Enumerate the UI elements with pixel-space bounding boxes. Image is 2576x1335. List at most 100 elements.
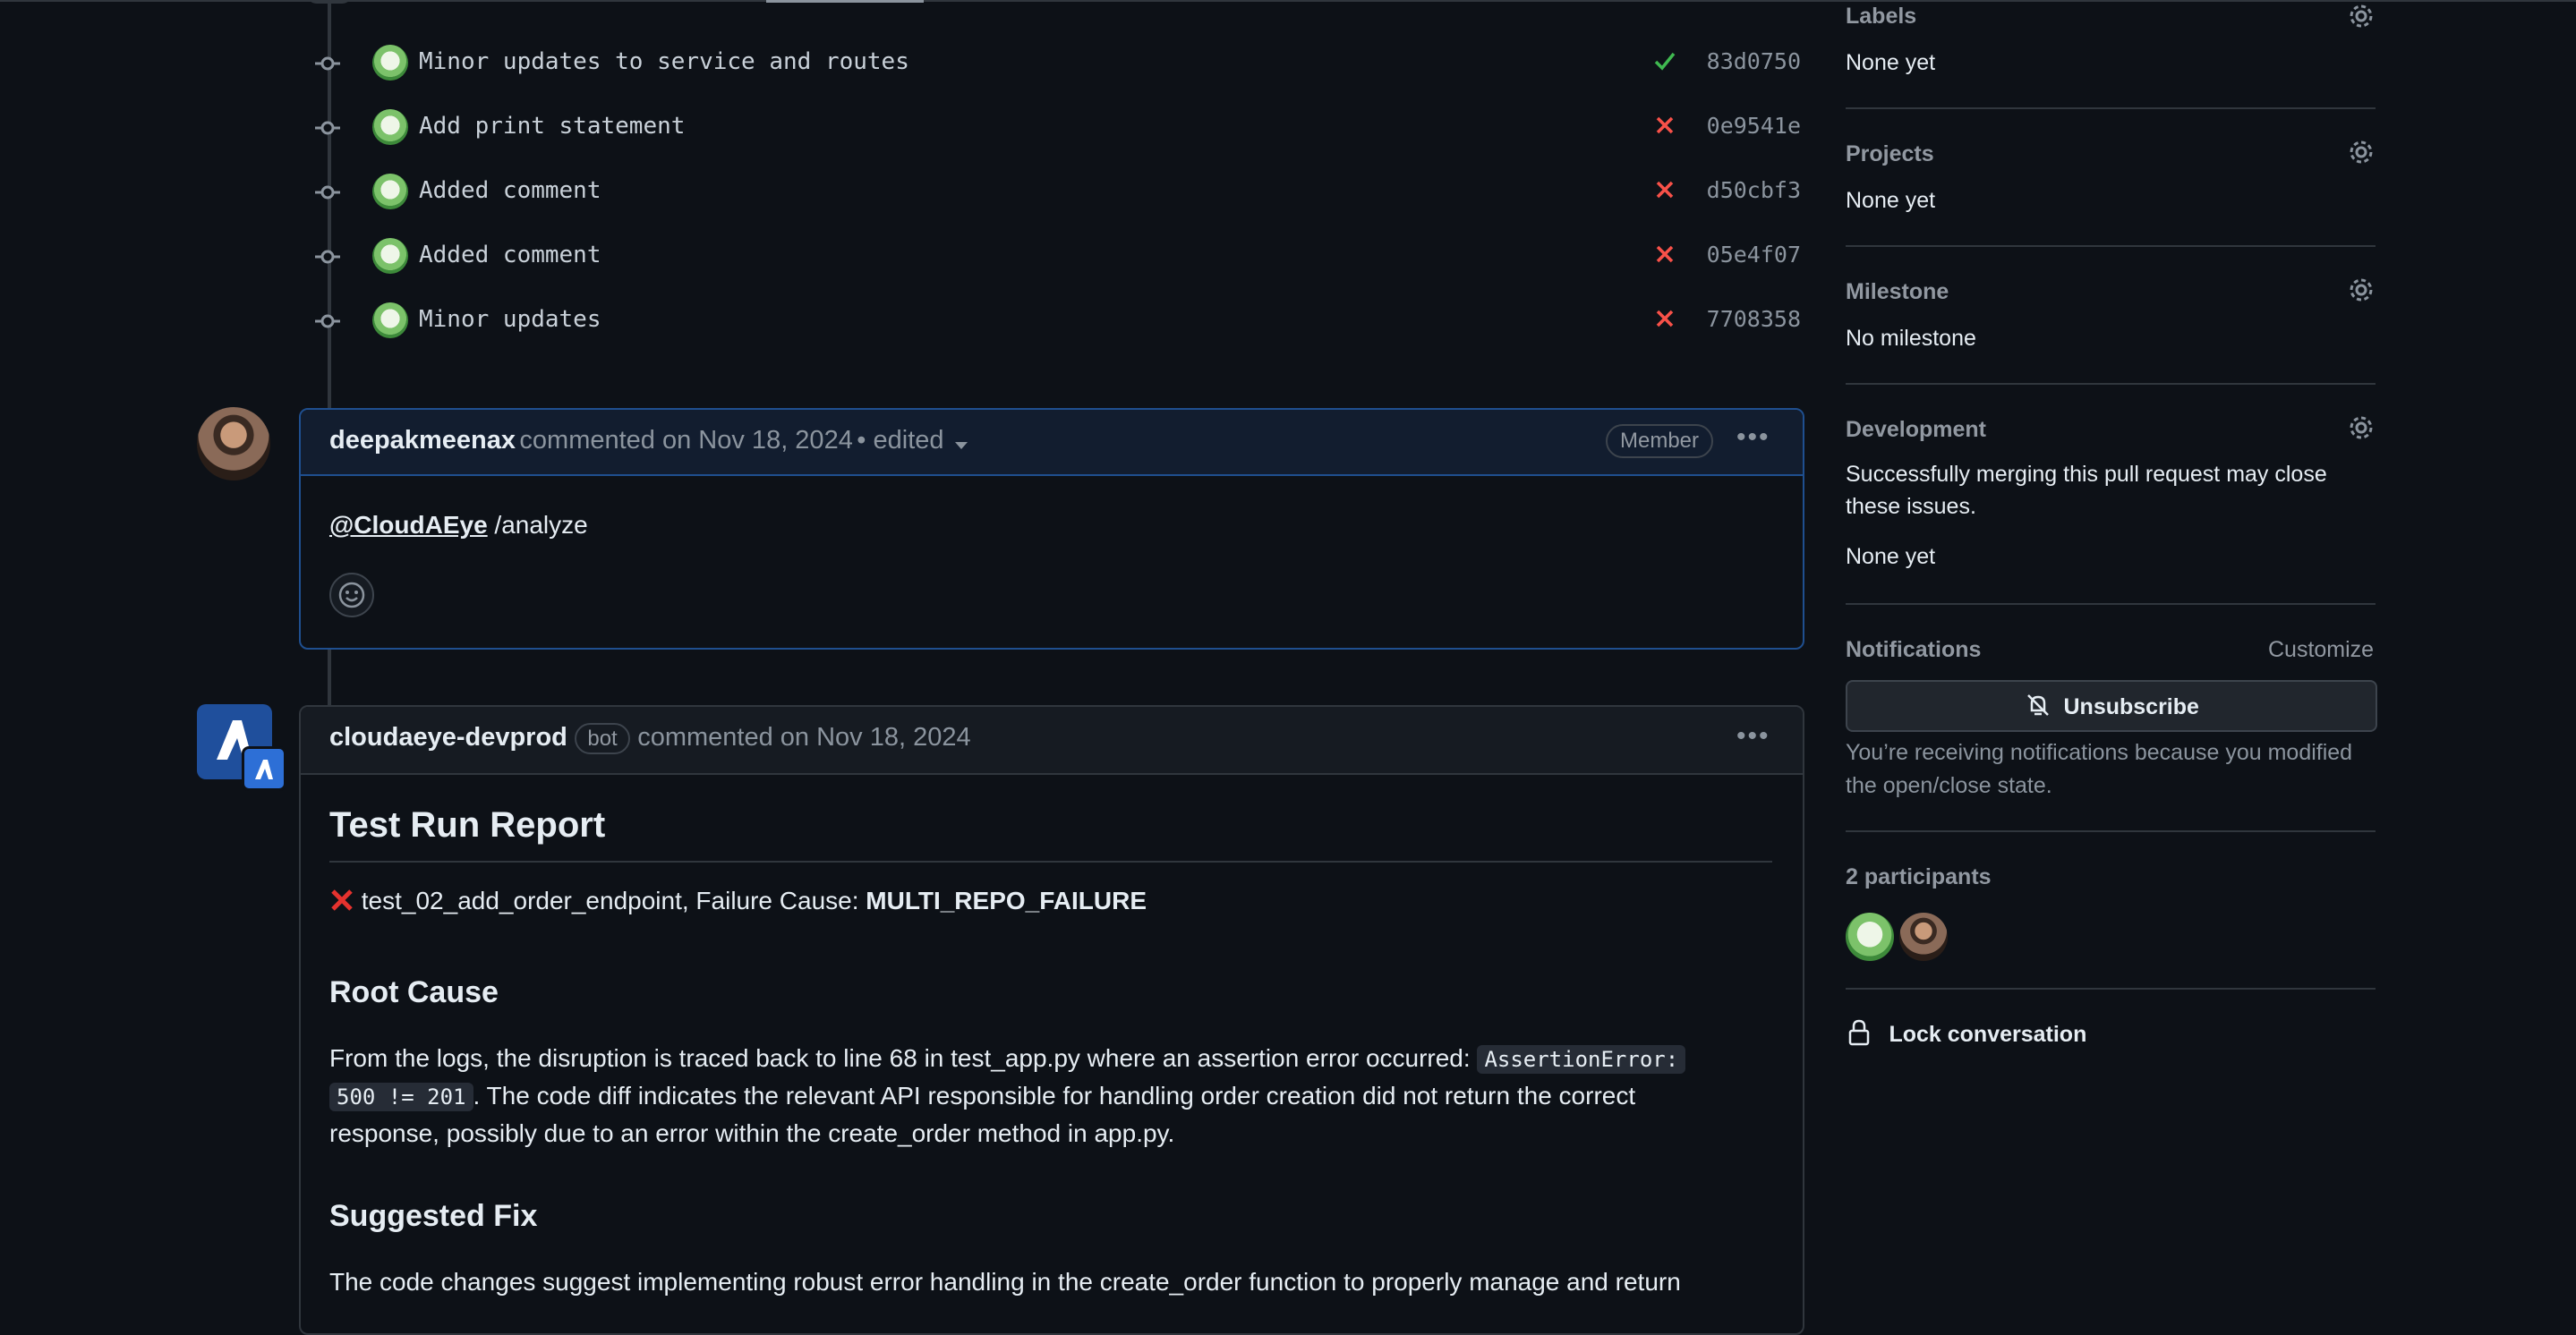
gear-icon[interactable] — [2345, 274, 2377, 306]
development-title[interactable]: Development — [1846, 417, 1986, 443]
lock-icon — [1848, 1019, 1870, 1046]
bot-badge: bot — [575, 723, 630, 754]
comment-timestamp[interactable]: commented on Nov 18, 2024 — [519, 426, 852, 455]
sidebar-divider — [1846, 830, 2376, 832]
lock-conversation-button[interactable]: Lock conversation — [1846, 1018, 2086, 1048]
sidebar-divider — [1846, 603, 2376, 605]
x-icon[interactable] — [1652, 113, 1677, 138]
comment-box: cloudaeye-devprod bot commented on Nov 1… — [299, 705, 1804, 1335]
sidebar-divider — [1846, 245, 2376, 247]
development-value: None yet — [1846, 544, 1936, 569]
suggested-fix-text: The code changes suggest implementing ro… — [329, 1268, 1681, 1296]
commit-author-avatar[interactable] — [372, 109, 408, 145]
commit-row: Added comment 05e4f07 — [304, 229, 1808, 283]
comment-header: cloudaeye-devprod bot commented on Nov 1… — [301, 707, 1803, 775]
failure-line: test_02_add_order_endpoint, Failure Caus… — [329, 882, 1147, 920]
milestone-title[interactable]: Milestone — [1846, 279, 1949, 305]
kebab-menu-icon[interactable]: ••• — [1736, 721, 1770, 752]
lock-conversation-label: Lock conversation — [1889, 1022, 2087, 1047]
comment-timestamp[interactable]: commented on Nov 18, 2024 — [637, 723, 970, 752]
root-cause-line-1: From the logs, the disruption is traced … — [329, 1040, 1686, 1078]
sidebar-divider — [1846, 107, 2376, 109]
root-cause-text: From the logs, the disruption is traced … — [329, 1044, 1478, 1072]
projects-value: None yet — [1846, 188, 1936, 213]
user-mention-link[interactable]: @CloudAEye — [329, 511, 488, 539]
inline-code: AssertionError: — [1477, 1045, 1686, 1074]
x-icon[interactable] — [1652, 306, 1677, 331]
commit-node-icon — [315, 250, 340, 264]
commit-sha[interactable]: 05e4f07 — [1707, 242, 1801, 268]
participant-avatar[interactable] — [1846, 913, 1894, 961]
commit-node-icon — [315, 56, 340, 71]
commit-node-icon — [315, 121, 340, 135]
commit-author-avatar[interactable] — [372, 302, 408, 338]
root-cause-heading: Root Cause — [329, 975, 499, 1009]
truncated-link-underline — [766, 0, 924, 3]
app-badge-icon — [242, 746, 286, 791]
failure-cause: MULTI_REPO_FAILURE — [866, 887, 1147, 914]
comment-box: deepakmeenax commented on Nov 18, 2024 •… — [299, 408, 1804, 650]
avatar[interactable] — [197, 407, 270, 480]
check-icon[interactable] — [1652, 48, 1677, 73]
cross-mark-icon — [331, 889, 353, 911]
gear-icon[interactable] — [2345, 0, 2377, 32]
commit-message[interactable]: Added comment — [419, 177, 601, 204]
comment-meta: deepakmeenax commented on Nov 18, 2024 •… — [329, 426, 969, 455]
commit-row: Minor updates to service and routes 83d0… — [304, 36, 1808, 89]
bell-slash-icon — [2027, 694, 2049, 716]
commit-sha[interactable]: d50cbf3 — [1707, 177, 1801, 203]
kebab-menu-icon[interactable]: ••• — [1736, 422, 1770, 453]
commit-message[interactable]: Added comment — [419, 242, 601, 268]
labels-value: None yet — [1846, 50, 1936, 75]
sidebar-divider — [1846, 383, 2376, 385]
timeline-event-icon — [306, 0, 353, 4]
participant-avatar[interactable] — [1899, 913, 1948, 961]
commit-sha[interactable]: 7708358 — [1707, 306, 1801, 332]
sidebar-divider — [1846, 988, 2376, 990]
commit-sha[interactable]: 83d0750 — [1707, 48, 1801, 74]
root-cause-line-2: 500 != 201. The code diff indicates the … — [329, 1077, 1635, 1116]
projects-title[interactable]: Projects — [1846, 141, 1934, 167]
top-border — [0, 0, 2576, 2]
add-reaction-button[interactable] — [329, 573, 374, 617]
gear-icon[interactable] — [2345, 136, 2377, 168]
comment-author[interactable]: deepakmeenax — [329, 426, 516, 455]
commit-node-icon — [315, 185, 340, 200]
timeline-line — [328, 646, 331, 705]
comment-text: /analyze — [487, 511, 588, 539]
commit-author-avatar[interactable] — [372, 45, 408, 81]
edited-label[interactable]: • edited — [857, 426, 943, 455]
commit-message[interactable]: Minor updates to service and routes — [419, 48, 909, 75]
commit-author-avatar[interactable] — [372, 174, 408, 209]
member-badge: Member — [1606, 424, 1714, 458]
gear-icon[interactable] — [2345, 412, 2377, 444]
labels-title[interactable]: Labels — [1846, 4, 1916, 30]
development-desc: Successfully merging this pull request m… — [1846, 462, 2327, 487]
suggested-fix-heading: Suggested Fix — [329, 1199, 538, 1233]
notification-reason: the open/close state. — [1846, 773, 2052, 798]
report-title: Test Run Report — [329, 805, 606, 845]
participants-title: 2 participants — [1846, 864, 1992, 889]
unsubscribe-label: Unsubscribe — [2063, 694, 2199, 719]
commit-node-icon — [315, 314, 340, 328]
inline-code: 500 != 201 — [329, 1083, 473, 1111]
x-icon[interactable] — [1652, 242, 1677, 267]
commit-message[interactable]: Minor updates — [419, 306, 601, 333]
milestone-value: No milestone — [1846, 326, 1976, 351]
commit-author-avatar[interactable] — [372, 238, 408, 274]
commit-row: Added comment d50cbf3 — [304, 165, 1808, 218]
notifications-title: Notifications — [1846, 637, 1982, 662]
comment-author[interactable]: cloudaeye-devprod — [329, 723, 567, 752]
caret-down-icon[interactable] — [953, 439, 969, 450]
root-cause-line-3: response, possibly due to an error withi… — [329, 1119, 1175, 1147]
unsubscribe-button[interactable]: Unsubscribe — [1846, 680, 2377, 732]
commit-row: Minor updates 7708358 — [304, 293, 1808, 347]
comment-meta: cloudaeye-devprod bot commented on Nov 1… — [329, 723, 971, 754]
commit-message[interactable]: Add print statement — [419, 113, 685, 140]
comment-header: deepakmeenax commented on Nov 18, 2024 •… — [301, 410, 1803, 476]
heading-divider — [329, 861, 1772, 863]
customize-link[interactable]: Customize — [2268, 637, 2374, 663]
x-icon[interactable] — [1652, 177, 1677, 202]
smiley-icon — [338, 582, 365, 608]
commit-sha[interactable]: 0e9541e — [1707, 113, 1801, 139]
